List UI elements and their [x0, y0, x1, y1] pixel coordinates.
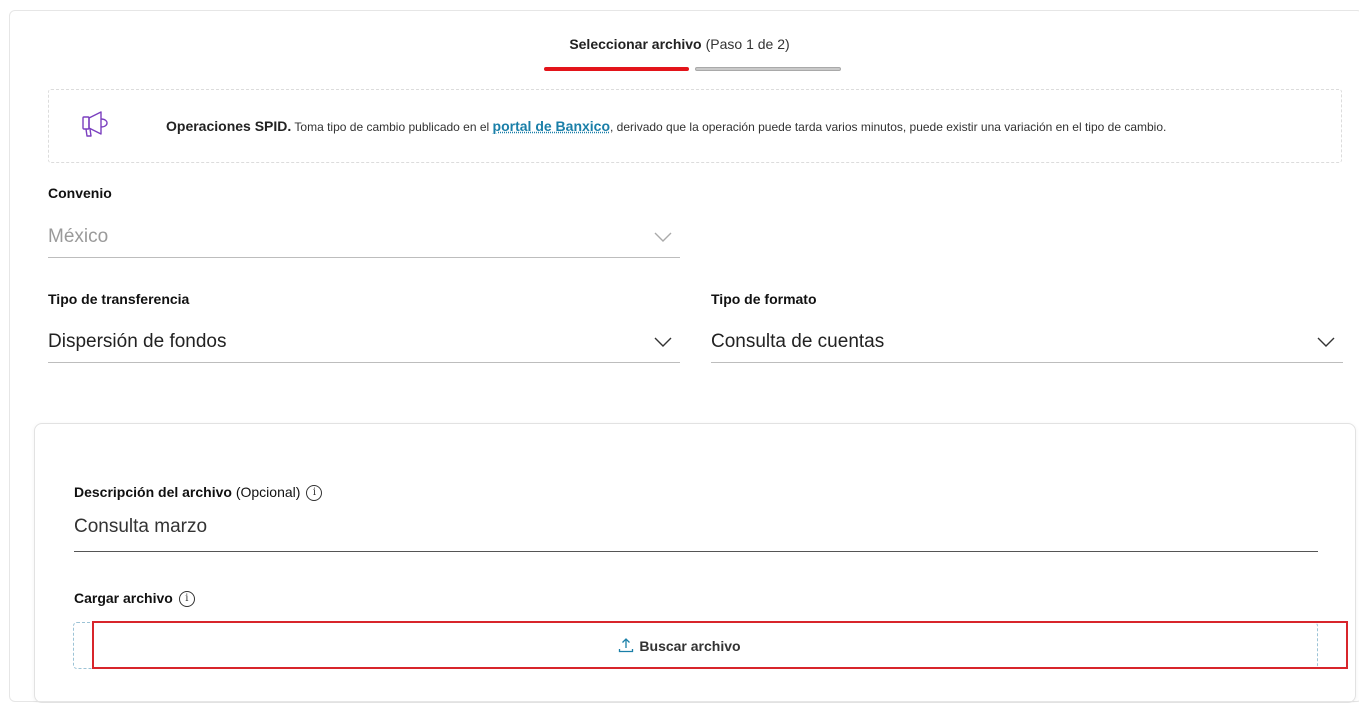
descripcion-input[interactable]: Consulta marzo	[74, 508, 1318, 552]
tipo-formato-select[interactable]: Consulta de cuentas	[711, 323, 1343, 363]
spid-notice: Operaciones SPID. Toma tipo de cambio pu…	[48, 89, 1342, 163]
stepper-title: Seleccionar archivo (Paso 1 de 2)	[0, 36, 1359, 52]
megaphone-icon	[79, 108, 115, 144]
cargar-archivo-label: Cargar archivo i	[74, 590, 195, 607]
tipo-transferencia-value: Dispersión de fondos	[48, 331, 227, 353]
stepper-step-count: (Paso 1 de 2)	[706, 36, 790, 52]
convenio-value: México	[48, 226, 108, 248]
descripcion-optional: (Opcional)	[236, 484, 301, 500]
cargar-archivo-label-text: Cargar archivo	[74, 590, 173, 606]
banxico-portal-link[interactable]: portal de Banxico	[493, 118, 610, 134]
convenio-select: México	[48, 218, 680, 258]
descripcion-value: Consulta marzo	[74, 516, 207, 538]
chevron-down-icon	[654, 337, 672, 347]
stepper-step-name: Seleccionar archivo	[569, 36, 701, 52]
info-icon[interactable]: i	[306, 485, 322, 501]
chevron-down-icon	[1317, 337, 1335, 347]
descripcion-label: Descripción del archivo (Opcional) i	[74, 484, 322, 501]
buscar-archivo-label: Buscar archivo	[639, 638, 740, 654]
notice-text-before: Toma tipo de cambio publicado en el	[294, 120, 489, 134]
tipo-formato-value: Consulta de cuentas	[711, 331, 884, 353]
tipo-transferencia-select[interactable]: Dispersión de fondos	[48, 323, 680, 363]
notice-text: Operaciones SPID. Toma tipo de cambio pu…	[166, 118, 1166, 134]
chevron-down-icon	[654, 232, 672, 242]
notice-title: Operaciones SPID.	[166, 118, 291, 134]
descripcion-label-text: Descripción del archivo	[74, 484, 232, 500]
stepper-progress-inactive	[695, 67, 841, 71]
tipo-formato-label: Tipo de formato	[711, 291, 817, 307]
tipo-transferencia-label: Tipo de transferencia	[48, 291, 189, 307]
notice-text-after: , derivado que la operación puede tarda …	[610, 120, 1166, 134]
stepper-progress-active	[544, 67, 689, 71]
info-icon[interactable]: i	[179, 591, 195, 607]
buscar-archivo-button[interactable]: Buscar archivo	[0, 637, 1359, 654]
upload-icon	[618, 637, 634, 653]
convenio-label: Convenio	[48, 185, 112, 201]
